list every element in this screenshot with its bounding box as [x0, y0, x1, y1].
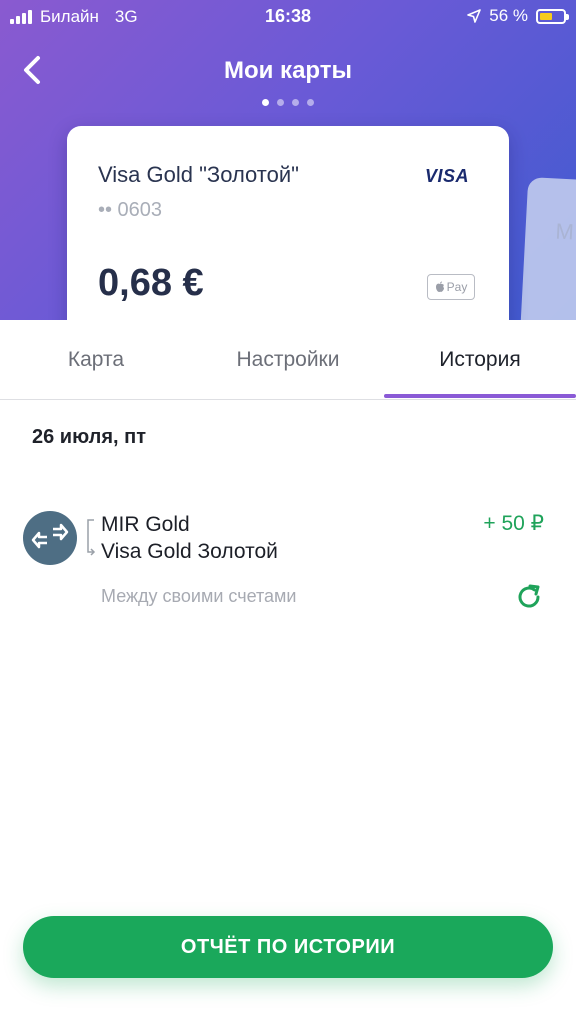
tab-bar: Карта Настройки История [0, 320, 576, 400]
card-name: Visa Gold "Золотой" [98, 162, 299, 187]
pager-dot[interactable] [292, 99, 299, 106]
card-balance: 0,68 € [98, 262, 204, 304]
pager-dot[interactable] [277, 99, 284, 106]
tab-settings[interactable]: Настройки [192, 320, 384, 400]
history-report-button[interactable]: ОТЧЁТ ПО ИСТОРИИ [23, 916, 553, 978]
wallet-label: Pay [446, 280, 468, 294]
transaction-from: MIR Gold [101, 513, 190, 536]
page-title: Мои карты [223, 57, 353, 84]
status-bar: Билайн 3G 16:38 56 % [0, 0, 576, 34]
active-tab-indicator [384, 394, 576, 398]
pager-dot[interactable] [262, 99, 269, 106]
refresh-icon [518, 584, 540, 608]
transfer-icon [23, 511, 77, 565]
battery-level [540, 12, 553, 20]
transaction-description: Между своими счетами [101, 586, 297, 606]
visa-logo: VISA [424, 166, 469, 186]
transaction-amount: + 50 ₽ [483, 512, 544, 535]
battery-icon [536, 8, 569, 24]
tab-card[interactable]: Карта [0, 320, 192, 400]
repeat-transfer-button[interactable] [514, 582, 544, 612]
pager-dot[interactable] [307, 99, 314, 106]
battery-percent: 56 % [489, 6, 528, 25]
apple-icon [435, 281, 444, 292]
card-number: •• 0603 [98, 199, 163, 221]
date-heading: 26 июля, пт [32, 426, 147, 448]
cards-header: Билайн 3G 16:38 56 % Мои карты M Visa Go… [0, 0, 576, 320]
transfer-direction-icon [87, 519, 96, 556]
transaction-row[interactable]: MIR Gold Visa Gold Золотой + 50 ₽ Между … [0, 500, 576, 620]
status-right: 56 % [467, 6, 569, 26]
bank-card[interactable]: Visa Gold "Золотой" •• 0603 VISA 0,68 € … [67, 126, 509, 320]
next-card-text: M [554, 218, 575, 245]
card-pager[interactable] [0, 99, 576, 106]
transaction-to: Visa Gold Золотой [101, 540, 278, 563]
location-icon [467, 9, 482, 23]
tab-history[interactable]: История [384, 320, 576, 400]
next-card[interactable]: M [517, 176, 576, 320]
apple-pay-badge: Pay [427, 274, 475, 300]
